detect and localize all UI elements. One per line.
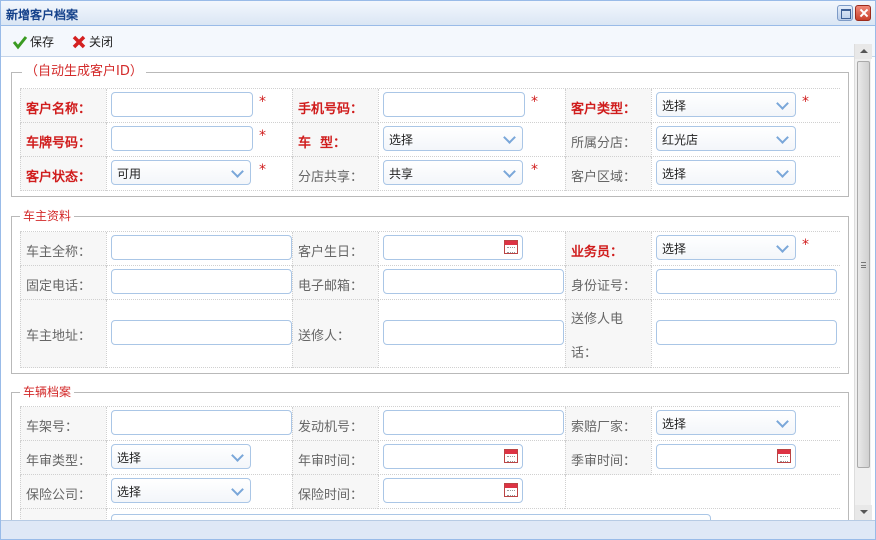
- season-time-label: 季审时间：: [571, 454, 637, 469]
- sender-input[interactable]: [383, 320, 564, 345]
- engine-input[interactable]: [383, 410, 564, 435]
- insure-time-label: 保险时间：: [298, 488, 364, 503]
- salesman-label: 业务员：: [571, 245, 624, 260]
- claim-label: 索赔厂家：: [571, 420, 637, 435]
- region-select[interactable]: 选择: [656, 160, 796, 185]
- form-content: （自动生成客户ID） 客户名称： * 手机号码： * 客户类型： 选择 * 车牌…: [1, 58, 854, 520]
- email-label: 电子邮箱：: [298, 279, 364, 294]
- customer-name-input[interactable]: [111, 92, 253, 117]
- sender-phone-label-line2: 话：: [571, 346, 598, 361]
- customer-name-label: 客户名称：: [26, 102, 92, 117]
- annual-time-input[interactable]: [383, 444, 523, 469]
- region-label: 客户区域：: [571, 170, 637, 185]
- required-mark: *: [259, 94, 266, 110]
- birthday-label: 客户生日：: [298, 245, 364, 260]
- sender-phone-input[interactable]: [656, 320, 837, 345]
- chevron-down-icon: [777, 133, 790, 145]
- required-mark: *: [259, 128, 266, 144]
- chevron-down-icon: [777, 167, 790, 179]
- close-icon[interactable]: [855, 5, 871, 21]
- mobile-input[interactable]: [383, 92, 525, 117]
- dialog-window: 新增客户档案 保存 关闭 （自动生成客户ID） 客户名称： * 手机号码： * …: [0, 0, 876, 540]
- chevron-down-icon: [777, 99, 790, 111]
- inspect-type-label: 年审类型：: [26, 454, 92, 469]
- sender-phone-label-line1: 送修人电: [571, 312, 624, 327]
- status-label: 客户状态：: [26, 170, 92, 185]
- frame-input[interactable]: [111, 410, 292, 435]
- chevron-down-icon: [777, 242, 790, 254]
- engine-label: 发动机号：: [298, 420, 364, 435]
- vertical-scrollbar[interactable]: [854, 44, 872, 520]
- section-basic-grid: 客户名称： * 手机号码： * 客户类型： 选择 * 车牌号码： * 车 型：: [20, 88, 840, 191]
- calendar-icon[interactable]: [504, 483, 518, 497]
- insure-time-input[interactable]: [383, 478, 523, 503]
- grip-icon: [861, 262, 866, 268]
- id-input[interactable]: [656, 269, 837, 294]
- insurer-select[interactable]: 选择: [111, 478, 251, 503]
- plate-input[interactable]: [111, 126, 253, 151]
- checkmark-icon: [12, 36, 28, 50]
- email-input[interactable]: [383, 269, 564, 294]
- scroll-down-icon[interactable]: [855, 505, 872, 520]
- window-bottom-border: [1, 520, 875, 539]
- calendar-icon[interactable]: [777, 449, 791, 463]
- claim-select[interactable]: 选择: [656, 410, 796, 435]
- plate-label: 车牌号码：: [26, 136, 92, 151]
- close-x-icon: [72, 35, 86, 49]
- address-input[interactable]: [111, 320, 292, 345]
- annual-time-label: 年审时间：: [298, 454, 364, 469]
- toolbar: 保存 关闭: [1, 26, 875, 57]
- id-label: 身份证号：: [571, 279, 637, 294]
- frame-label: 车架号：: [26, 420, 79, 435]
- sender-label: 送修人：: [298, 329, 351, 344]
- chevron-down-icon: [232, 167, 245, 179]
- customer-type-select[interactable]: 选择: [656, 92, 796, 117]
- scroll-thumb[interactable]: [857, 61, 870, 468]
- required-mark: *: [802, 237, 809, 253]
- titlebar: 新增客户档案: [1, 1, 875, 26]
- chevron-down-icon: [504, 133, 517, 145]
- section-owner-grid: 车主全称： 客户生日： 业务员： 选择 * 固定电话： 电子邮箱： 身份证号： …: [20, 231, 840, 368]
- chevron-down-icon: [777, 417, 790, 429]
- section-vehicle-legend: 车辆档案: [20, 385, 75, 399]
- close-button[interactable]: 关闭: [71, 34, 113, 50]
- owner-name-label: 车主全称：: [26, 245, 92, 260]
- chevron-down-icon: [232, 485, 245, 497]
- phone-label: 固定电话：: [26, 279, 92, 294]
- share-label: 分店共享：: [298, 170, 364, 185]
- insurer-label: 保险公司：: [26, 488, 92, 503]
- chevron-down-icon: [232, 451, 245, 463]
- phone-input[interactable]: [111, 269, 292, 294]
- share-select[interactable]: 共享: [383, 160, 523, 185]
- calendar-icon[interactable]: [504, 449, 518, 463]
- salesman-select[interactable]: 选择: [656, 235, 796, 260]
- inspect-type-select[interactable]: 选择: [111, 444, 251, 469]
- address-label: 车主地址：: [26, 329, 92, 344]
- car-model-select[interactable]: 选择: [383, 126, 523, 151]
- section-owner-legend: 车主资料: [20, 209, 75, 223]
- birthday-date-input[interactable]: [383, 235, 523, 260]
- car-model-label: 车 型：: [298, 136, 347, 151]
- scroll-up-icon[interactable]: [855, 44, 872, 59]
- required-mark: *: [531, 162, 538, 178]
- customer-type-label: 客户类型：: [571, 102, 637, 117]
- season-time-input[interactable]: [656, 444, 796, 469]
- section-basic-legend: （自动生成客户ID）: [22, 65, 146, 79]
- save-label: 保存: [30, 35, 55, 49]
- window-title: 新增客户档案: [6, 8, 79, 22]
- status-select[interactable]: 可用: [111, 160, 251, 185]
- close-label: 关闭: [89, 35, 114, 49]
- chevron-down-icon: [504, 167, 517, 179]
- section-vehicle-grid: 车架号： 发动机号： 索赔厂家： 选择 年审类型： 选择 年审时间： 季审时间：…: [20, 406, 840, 520]
- owner-name-input[interactable]: [111, 235, 292, 260]
- maximize-icon[interactable]: [837, 5, 853, 21]
- save-button[interactable]: 保存: [12, 34, 54, 50]
- required-mark: *: [802, 94, 809, 110]
- required-mark: *: [259, 162, 266, 178]
- branch-select[interactable]: 红光店: [656, 126, 796, 151]
- required-mark: *: [531, 94, 538, 110]
- mobile-label: 手机号码：: [298, 102, 364, 117]
- branch-label: 所属分店：: [571, 136, 637, 151]
- calendar-icon[interactable]: [504, 240, 518, 254]
